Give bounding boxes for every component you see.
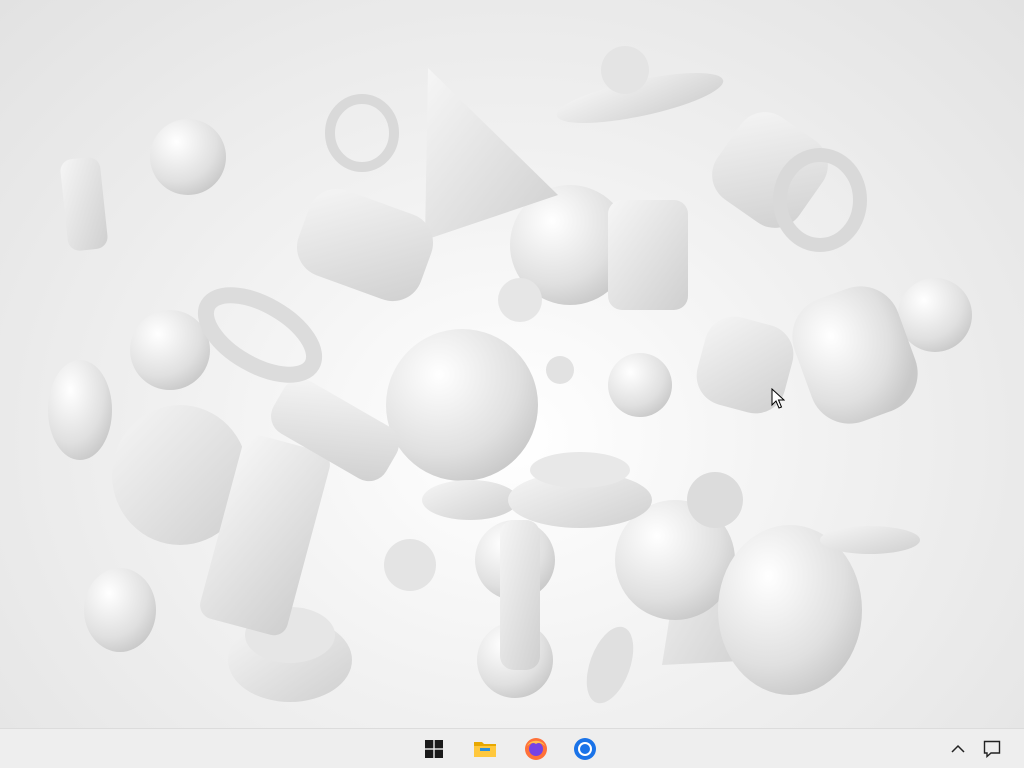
arrow-cursor-icon — [771, 388, 785, 409]
wallpaper-abstract-shapes — [48, 46, 972, 704]
taskbar-file-explorer[interactable] — [462, 729, 508, 768]
chevron-up-icon — [951, 744, 965, 753]
chrome-icon — [574, 737, 596, 760]
notification-center-button[interactable] — [970, 729, 1014, 768]
notification-center-icon — [983, 740, 1001, 758]
start-button[interactable] — [411, 729, 457, 768]
file-explorer-icon — [474, 741, 496, 757]
firefox-icon — [525, 737, 547, 760]
taskbar-firefox[interactable] — [513, 729, 559, 768]
taskbar — [0, 728, 1024, 768]
windows-start-icon — [425, 739, 443, 758]
taskbar-chrome[interactable] — [562, 729, 608, 768]
desktop[interactable] — [0, 0, 1024, 728]
